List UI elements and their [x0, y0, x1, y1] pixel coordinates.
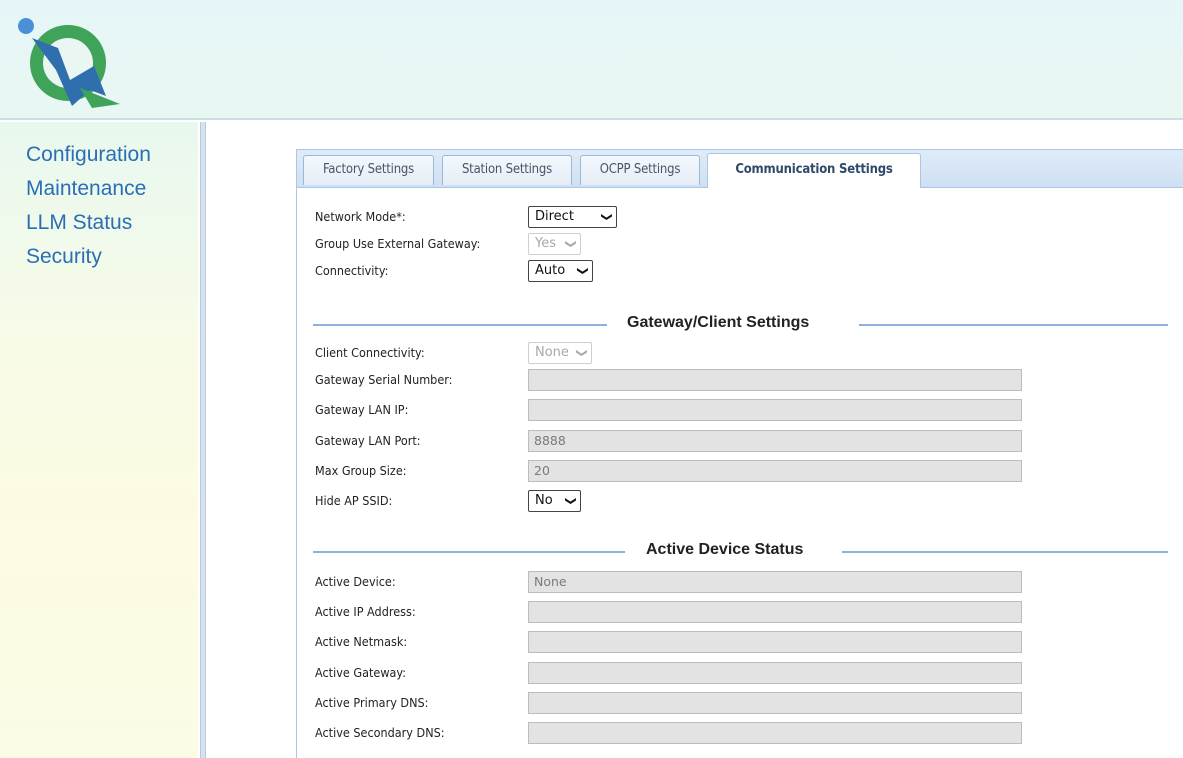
network-mode-value: Direct [535, 209, 574, 224]
sidebar-item-llm-status[interactable]: LLM Status [26, 206, 151, 240]
gateway-section-header: Gateway/Client Settings [313, 314, 1168, 336]
max-group-size-label: Max Group Size: [315, 463, 407, 478]
header-divider [0, 118, 1183, 120]
active-primary-dns-label: Active Primary DNS: [315, 695, 429, 710]
section-rule-left [313, 324, 607, 326]
hide-ssid-label: Hide AP SSID: [315, 493, 393, 508]
settings-panel: Factory Settings Station Settings OCPP S… [296, 149, 1183, 758]
client-connectivity-select: None ❯ [528, 342, 592, 364]
gateway-lan-ip-field [528, 399, 1022, 421]
active-netmask-label: Active Netmask: [315, 634, 408, 649]
client-connectivity-label: Client Connectivity: [315, 345, 425, 360]
company-logo [18, 18, 120, 108]
section-rule-right [859, 324, 1168, 326]
chevron-down-icon: ❯ [564, 496, 578, 506]
active-section-title: Active Device Status [646, 541, 804, 558]
chevron-down-icon: ❯ [576, 266, 590, 276]
section-rule-left [313, 551, 625, 553]
connectivity-select[interactable]: Auto ❯ [528, 260, 593, 282]
active-ip-field [528, 601, 1022, 623]
active-secondary-dns-field [528, 722, 1022, 744]
section-rule-right [842, 551, 1168, 553]
tab-bar: Factory Settings Station Settings OCPP S… [297, 150, 1183, 188]
network-mode-label: Network Mode*: [315, 209, 406, 224]
header-banner [0, 0, 1183, 120]
chevron-down-icon: ❯ [600, 212, 614, 222]
client-connectivity-value: None [535, 345, 569, 360]
tab-factory-settings[interactable]: Factory Settings [303, 155, 434, 185]
max-group-size-field: 20 [528, 460, 1022, 482]
active-device-label: Active Device: [315, 574, 396, 589]
active-section-header: Active Device Status [313, 541, 1168, 563]
tab-ocpp-settings[interactable]: OCPP Settings [580, 155, 700, 185]
group-gateway-value: Yes [535, 236, 556, 251]
sidebar-item-security[interactable]: Security [26, 240, 151, 274]
active-gateway-label: Active Gateway: [315, 665, 407, 680]
sidebar-nav: Configuration Maintenance LLM Status Sec… [26, 138, 151, 274]
active-secondary-dns-label: Active Secondary DNS: [315, 725, 445, 740]
active-ip-label: Active IP Address: [315, 604, 416, 619]
active-device-field: None [528, 571, 1022, 593]
active-primary-dns-field [528, 692, 1022, 714]
gateway-lan-port-label: Gateway LAN Port: [315, 433, 421, 448]
gateway-serial-field [528, 369, 1022, 391]
sidebar-item-maintenance[interactable]: Maintenance [26, 172, 151, 206]
active-gateway-field [528, 662, 1022, 684]
connectivity-label: Connectivity: [315, 263, 389, 278]
hide-ssid-select[interactable]: No ❯ [528, 490, 581, 512]
hide-ssid-value: No [535, 493, 553, 508]
chevron-down-icon: ❯ [575, 348, 589, 358]
sidebar-splitter[interactable] [200, 122, 206, 758]
tab-station-settings[interactable]: Station Settings [442, 155, 572, 185]
network-mode-select[interactable]: Direct ❯ [528, 206, 617, 228]
active-netmask-field [528, 631, 1022, 653]
chevron-down-icon: ❯ [564, 239, 578, 249]
connectivity-value: Auto [535, 263, 566, 278]
gateway-lan-ip-label: Gateway LAN IP: [315, 402, 409, 417]
sidebar-item-configuration[interactable]: Configuration [26, 138, 151, 172]
gateway-section-title: Gateway/Client Settings [627, 314, 810, 331]
group-gateway-select: Yes ❯ [528, 233, 581, 255]
group-gateway-label: Group Use External Gateway: [315, 236, 481, 251]
gateway-serial-label: Gateway Serial Number: [315, 372, 453, 387]
tab-communication-settings[interactable]: Communication Settings [707, 153, 921, 188]
gateway-lan-port-field: 8888 [528, 430, 1022, 452]
